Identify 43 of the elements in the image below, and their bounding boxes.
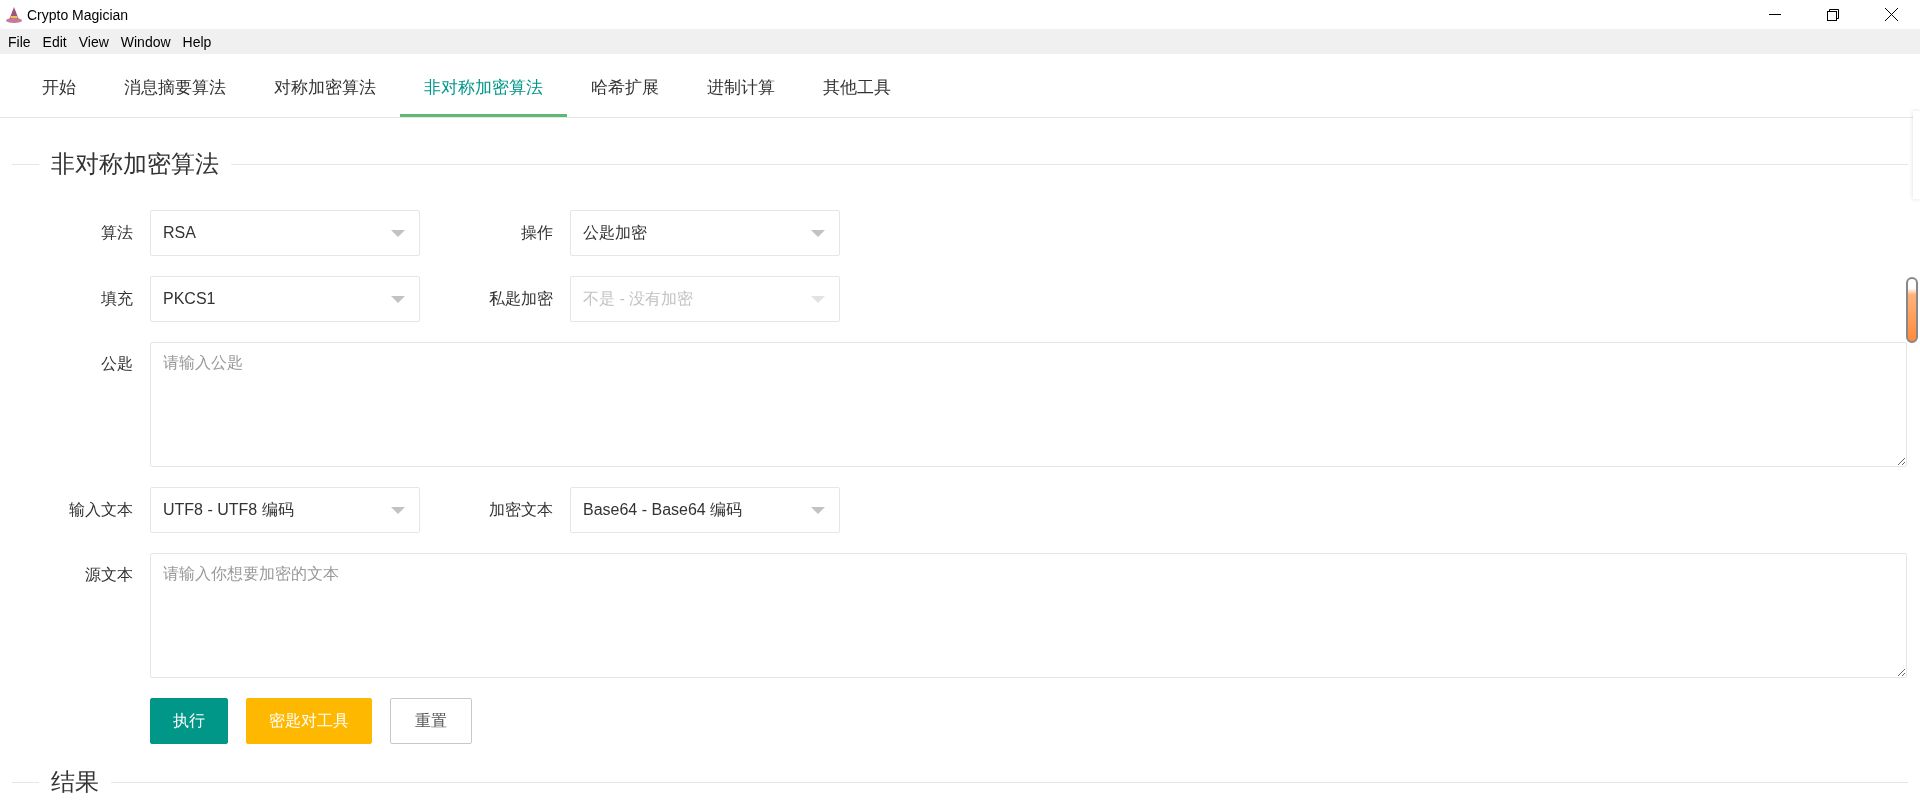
caret-icon (391, 296, 405, 304)
scrollbar-thumb[interactable] (1906, 277, 1918, 343)
menu-item[interactable]: View (72, 33, 115, 50)
field-label: 填充 (100, 289, 133, 309)
tab[interactable]: 非对称加密算法 (400, 54, 567, 117)
caret-icon (391, 230, 405, 238)
action-button[interactable]: 执行 (150, 698, 228, 744)
tab[interactable]: 进制计算 (683, 54, 799, 117)
select-field[interactable]: UTF8 - UTF8 编码 (150, 487, 420, 533)
tab[interactable]: 其他工具 (799, 54, 915, 117)
field-label: 私匙加密 (488, 289, 553, 309)
minimize-icon (1769, 14, 1781, 15)
caret-icon (391, 507, 405, 515)
tab[interactable]: 哈希扩展 (567, 54, 683, 117)
field-label: 公匙 (100, 354, 133, 374)
tab[interactable]: 对称加密算法 (250, 54, 400, 117)
close-icon (1884, 8, 1898, 21)
field-label: 算法 (100, 223, 133, 243)
select-field[interactable]: 公匙加密 (570, 210, 840, 256)
wizard-hat-icon (5, 5, 23, 24)
window-title: Crypto Magician (27, 6, 129, 23)
menu-item[interactable]: Edit (36, 33, 73, 50)
menu-item[interactable]: File (2, 33, 37, 50)
action-button[interactable]: 重置 (390, 698, 472, 744)
tab[interactable]: 消息摘要算法 (100, 54, 250, 117)
text-area[interactable]: 请输入你想要加密的文本 (150, 553, 1907, 678)
field-label: 源文本 (84, 565, 133, 585)
caret-icon (811, 296, 825, 304)
caret-icon (811, 507, 825, 515)
select-field[interactable]: Base64 - Base64 编码 (570, 487, 840, 533)
select-field[interactable]: RSA (150, 210, 420, 256)
text-area[interactable]: 请输入公匙 (150, 342, 1907, 467)
caret-icon (811, 230, 825, 238)
section-title: 结果 (50, 767, 100, 797)
section-title: 非对称加密算法 (50, 149, 220, 179)
tab[interactable]: 开始 (18, 54, 100, 117)
menu-item[interactable]: Window (114, 33, 177, 50)
restore-icon (1827, 8, 1839, 21)
field-label: 加密文本 (488, 500, 553, 520)
menu-item[interactable]: Help (176, 33, 218, 50)
field-label: 输入文本 (68, 500, 133, 520)
select-field[interactable]: PKCS1 (150, 276, 420, 322)
field-label: 操作 (520, 223, 553, 243)
